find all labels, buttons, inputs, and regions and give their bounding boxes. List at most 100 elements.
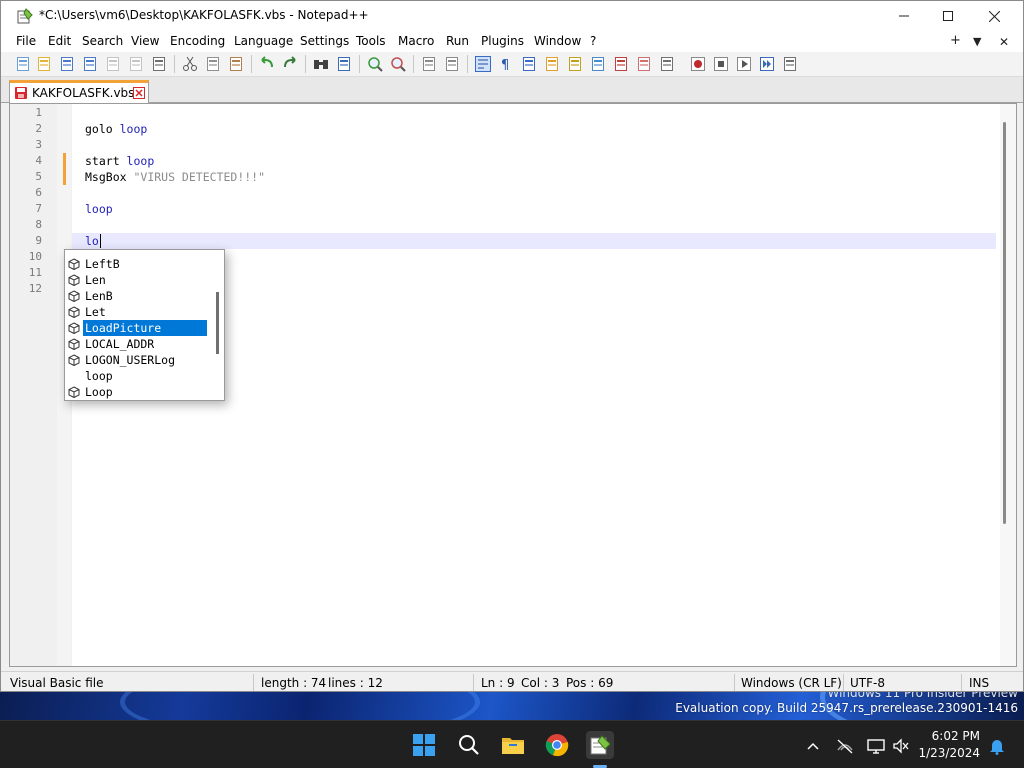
save-icon[interactable] bbox=[59, 56, 75, 72]
autocomplete-item[interactable]: Len bbox=[65, 272, 208, 288]
code-line[interactable]: golo loop bbox=[85, 121, 147, 137]
autocomplete-item[interactable]: LeftB bbox=[65, 256, 208, 272]
menu-file[interactable]: File bbox=[16, 34, 36, 48]
save-all-icon[interactable] bbox=[82, 56, 98, 72]
menu-search[interactable]: Search bbox=[82, 34, 123, 48]
notifications-button[interactable] bbox=[987, 736, 1007, 756]
autocomplete-item[interactable]: LOGON_USERLog bbox=[65, 352, 208, 368]
run-macro-multiple-icon[interactable] bbox=[759, 56, 775, 72]
autocomplete-item[interactable]: LoadPicture bbox=[65, 320, 208, 336]
menu-edit[interactable]: Edit bbox=[48, 34, 71, 48]
code-line[interactable]: MsgBox "VIRUS DETECTED!!!" bbox=[85, 169, 265, 185]
udl-icon[interactable] bbox=[544, 56, 560, 72]
monitoring-icon[interactable] bbox=[659, 56, 675, 72]
code-line[interactable]: lo bbox=[85, 233, 99, 249]
tab-close-icon[interactable] bbox=[133, 87, 145, 99]
copy-icon[interactable] bbox=[205, 56, 221, 72]
autocomplete-popup[interactable]: LeftB Len LenB Let LoadPicture LOCAL_ADDR LOGO… bbox=[64, 249, 225, 401]
minimize-icon bbox=[899, 15, 909, 17]
word-wrap-icon[interactable] bbox=[475, 56, 491, 72]
zoom-in-icon[interactable] bbox=[367, 56, 383, 72]
doc-map-icon[interactable] bbox=[567, 56, 583, 72]
close-button[interactable] bbox=[971, 1, 1017, 31]
vertical-scrollbar[interactable] bbox=[1000, 104, 1016, 666]
function-list-icon[interactable] bbox=[613, 56, 629, 72]
code-line[interactable]: loop bbox=[85, 201, 113, 217]
undo-icon[interactable] bbox=[259, 56, 275, 72]
show-hidden-icons-button[interactable] bbox=[803, 736, 823, 756]
folder-workspace-icon[interactable] bbox=[636, 56, 652, 72]
taskbar-time[interactable]: 6:02 PM bbox=[932, 729, 980, 743]
chrome-button[interactable] bbox=[543, 731, 571, 759]
autocomplete-scrollbar[interactable] bbox=[213, 252, 223, 398]
keyword-token: loop bbox=[85, 202, 113, 216]
menu-view[interactable]: View bbox=[131, 34, 159, 48]
replace-icon[interactable] bbox=[336, 56, 352, 72]
maximize-button[interactable] bbox=[925, 1, 971, 31]
status-encoding[interactable]: UTF-8 bbox=[850, 676, 885, 690]
toolbar-separator bbox=[467, 55, 468, 73]
sync-horizontal-icon[interactable] bbox=[444, 56, 460, 72]
record-macro-icon[interactable] bbox=[690, 56, 706, 72]
menu-window[interactable]: Window bbox=[534, 34, 581, 48]
menu-help[interactable]: ? bbox=[590, 34, 596, 48]
autocomplete-item[interactable]: Loop bbox=[65, 384, 208, 400]
tab-list-dropdown[interactable]: ▼ bbox=[973, 35, 981, 48]
display-button[interactable] bbox=[866, 736, 886, 756]
menu-plugins[interactable]: Plugins bbox=[481, 34, 524, 48]
modified-file-icon bbox=[15, 87, 27, 99]
close-tab-button[interactable]: ✕ bbox=[999, 35, 1009, 49]
menu-language[interactable]: Language bbox=[234, 34, 293, 48]
autocomplete-item[interactable]: LenB bbox=[65, 288, 208, 304]
start-button[interactable] bbox=[410, 731, 438, 759]
search-button[interactable] bbox=[455, 731, 483, 759]
new-file-icon[interactable] bbox=[15, 56, 31, 72]
notepad-plus-plus-taskbar-button[interactable] bbox=[586, 731, 614, 759]
new-tab-button[interactable]: + bbox=[950, 33, 961, 48]
minimize-button[interactable] bbox=[881, 1, 927, 31]
tab-kakfolasfk[interactable]: KAKFOLASFK.vbs bbox=[9, 80, 149, 103]
show-all-chars-icon[interactable]: ¶ bbox=[498, 56, 514, 73]
file-explorer-button[interactable] bbox=[499, 731, 527, 759]
menu-tools[interactable]: Tools bbox=[356, 34, 386, 48]
line-number: 2 bbox=[35, 122, 42, 135]
menu-encoding[interactable]: Encoding bbox=[170, 34, 225, 48]
print-icon[interactable] bbox=[151, 56, 167, 72]
network-icon bbox=[837, 739, 853, 754]
status-insert-mode[interactable]: INS bbox=[969, 676, 989, 690]
autocomplete-scroll-thumb[interactable] bbox=[216, 292, 219, 354]
notepad-plus-plus-icon bbox=[590, 735, 611, 755]
autocomplete-item[interactable]: LOCAL_ADDR bbox=[65, 336, 208, 352]
close-all-icon[interactable] bbox=[128, 56, 144, 72]
cut-icon[interactable] bbox=[182, 56, 198, 72]
redo-icon[interactable] bbox=[282, 56, 298, 72]
paste-icon[interactable] bbox=[228, 56, 244, 72]
desktop-wallpaper: Windows 11 Pro Insider Preview Evaluatio… bbox=[0, 692, 1024, 720]
volume-button[interactable] bbox=[891, 736, 911, 756]
status-separator bbox=[961, 674, 962, 691]
playback-macro-icon[interactable] bbox=[736, 56, 752, 72]
menu-run[interactable]: Run bbox=[446, 34, 469, 48]
network-button[interactable] bbox=[835, 736, 855, 756]
indent-guide-icon[interactable] bbox=[521, 56, 537, 72]
keyword-token: lo bbox=[85, 234, 99, 248]
sync-vertical-icon[interactable] bbox=[421, 56, 437, 72]
taskbar-date[interactable]: 1/23/2024 bbox=[918, 746, 980, 760]
autocomplete-item[interactable]: loop bbox=[65, 368, 208, 384]
status-eol[interactable]: Windows (CR LF) bbox=[741, 676, 842, 690]
open-file-icon[interactable] bbox=[36, 56, 52, 72]
autocomplete-item[interactable]: Let bbox=[65, 304, 208, 320]
stop-record-icon[interactable] bbox=[713, 56, 729, 72]
title-bar[interactable]: *C:\Users\vm6\Desktop\KAKFOLASFK.vbs - N… bbox=[1, 1, 1023, 31]
code-line[interactable]: start loop bbox=[85, 153, 154, 169]
doc-list-icon[interactable] bbox=[590, 56, 606, 72]
menu-settings[interactable]: Settings bbox=[300, 34, 349, 48]
menu-macro[interactable]: Macro bbox=[398, 34, 434, 48]
close-icon[interactable] bbox=[105, 56, 121, 72]
line-number: 11 bbox=[28, 266, 42, 279]
scrollbar-thumb[interactable] bbox=[1003, 122, 1006, 524]
save-macro-icon[interactable] bbox=[782, 56, 798, 72]
toolbar-separator bbox=[305, 55, 306, 73]
zoom-out-icon[interactable] bbox=[390, 56, 406, 72]
find-icon[interactable] bbox=[313, 56, 329, 72]
